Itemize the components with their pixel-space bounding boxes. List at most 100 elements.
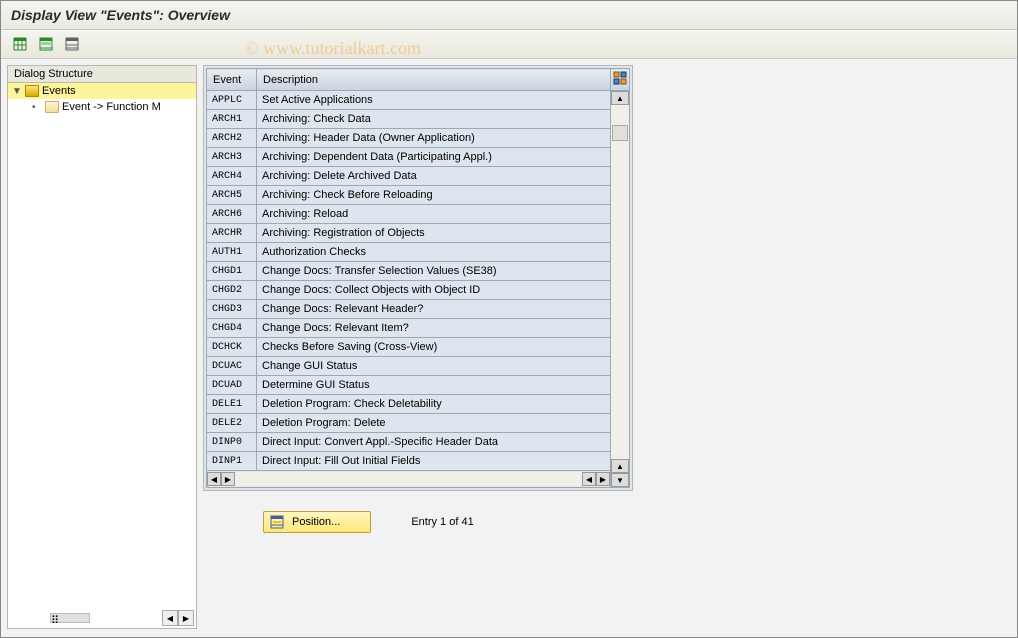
cell-event[interactable]: CHGD2 [207, 281, 257, 300]
cell-event[interactable]: DINP1 [207, 452, 257, 471]
table-row[interactable]: CHGD1Change Docs: Transfer Selection Val… [207, 262, 630, 281]
cell-description[interactable]: Checks Before Saving (Cross-View) [257, 338, 611, 357]
cell-description[interactable]: Change Docs: Relevant Item? [257, 319, 611, 338]
cell-description[interactable]: Deletion Program: Delete [257, 414, 611, 433]
cell-event[interactable]: ARCH3 [207, 148, 257, 167]
tree-item-event-function[interactable]: • Event -> Function M [8, 99, 196, 115]
hscroll-left2-icon[interactable]: ◀ [582, 472, 596, 486]
cell-description[interactable]: Archiving: Check Before Reloading [257, 186, 611, 205]
table-row[interactable]: ARCH2Archiving: Header Data (Owner Appli… [207, 129, 630, 148]
vscroll-up2-icon[interactable]: ▲ [611, 459, 629, 473]
vscroll-down-icon[interactable]: ▼ [611, 473, 629, 487]
table-row[interactable]: AUTH1Authorization Checks [207, 243, 630, 262]
tree-label: Event -> Function M [62, 101, 161, 113]
scroll-left-icon[interactable]: ◀ [162, 610, 178, 626]
cell-event[interactable]: ARCH5 [207, 186, 257, 205]
table-row[interactable]: CHGD4Change Docs: Relevant Item? [207, 319, 630, 338]
table-row[interactable]: DINP0Direct Input: Convert Appl.-Specifi… [207, 433, 630, 452]
cell-description[interactable]: Direct Input: Fill Out Initial Fields [257, 452, 611, 471]
tree-label: Events [42, 85, 76, 97]
position-button[interactable]: Position... [263, 511, 371, 533]
folder-closed-icon [45, 101, 59, 113]
cell-event[interactable]: CHGD3 [207, 300, 257, 319]
toolbar [1, 30, 1017, 59]
vscroll[interactable]: ▲▲▼ [611, 91, 630, 488]
table-row[interactable]: ARCH1Archiving: Check Data [207, 110, 630, 129]
cell-description[interactable]: Determine GUI Status [257, 376, 611, 395]
tree-container: ▼ Events • Event -> Function M ⠿ ◀ ▶ [7, 83, 197, 629]
cell-event[interactable]: DCHCK [207, 338, 257, 357]
table-row[interactable]: ARCH4Archiving: Delete Archived Data [207, 167, 630, 186]
cell-event[interactable]: ARCHR [207, 224, 257, 243]
vscroll-up-icon[interactable]: ▲ [611, 91, 629, 105]
table-row[interactable]: DELE1Deletion Program: Check Deletabilit… [207, 395, 630, 414]
grid-blank-icon [65, 37, 79, 51]
cell-description[interactable]: Archiving: Dependent Data (Participating… [257, 148, 611, 167]
dialog-structure-header: Dialog Structure [7, 65, 197, 83]
scroll-right-icon[interactable]: ▶ [178, 610, 194, 626]
cell-description[interactable]: Archiving: Header Data (Owner Applicatio… [257, 129, 611, 148]
table-row[interactable]: APPLCSet Active Applications▲▲▼ [207, 91, 630, 110]
table-settings-icon [613, 71, 627, 85]
cell-event[interactable]: ARCH4 [207, 167, 257, 186]
cell-event[interactable]: ARCH2 [207, 129, 257, 148]
cell-event[interactable]: DCUAD [207, 376, 257, 395]
toolbar-btn-collapse[interactable] [35, 34, 57, 54]
cell-description[interactable]: Direct Input: Convert Appl.-Specific Hea… [257, 433, 611, 452]
cell-event[interactable]: APPLC [207, 91, 257, 110]
cell-description[interactable]: Archiving: Reload [257, 205, 611, 224]
hscroll-right2-icon[interactable]: ▶ [596, 472, 610, 486]
position-icon [270, 515, 284, 529]
cell-description[interactable]: Change Docs: Collect Objects with Object… [257, 281, 611, 300]
tree-bullet-icon: • [32, 102, 42, 113]
table-row[interactable]: DELE2Deletion Program: Delete [207, 414, 630, 433]
cell-description[interactable]: Archiving: Registration of Objects [257, 224, 611, 243]
col-header-settings[interactable] [611, 69, 630, 91]
page-title: Display View "Events": Overview [1, 1, 1017, 30]
cell-event[interactable]: DINP0 [207, 433, 257, 452]
tree-toggle-icon[interactable]: ▼ [12, 86, 22, 97]
table-row[interactable]: DCUACChange GUI Status [207, 357, 630, 376]
cell-description[interactable]: Authorization Checks [257, 243, 611, 262]
cell-event[interactable]: ARCH6 [207, 205, 257, 224]
table-row[interactable]: CHGD3Change Docs: Relevant Header? [207, 300, 630, 319]
cell-description[interactable]: Archiving: Delete Archived Data [257, 167, 611, 186]
status-text: Entry 1 of 41 [411, 516, 473, 528]
toolbar-btn-select[interactable] [61, 34, 83, 54]
hscroll-track[interactable] [235, 472, 582, 486]
cell-description[interactable]: Deletion Program: Check Deletability [257, 395, 611, 414]
table-row[interactable]: DCUADDetermine GUI Status [207, 376, 630, 395]
cell-event[interactable]: ARCH1 [207, 110, 257, 129]
table-row[interactable]: ARCH6Archiving: Reload [207, 205, 630, 224]
vscroll-track[interactable] [611, 105, 629, 459]
table-row[interactable]: ARCH3Archiving: Dependent Data (Particip… [207, 148, 630, 167]
cell-event[interactable]: DELE2 [207, 414, 257, 433]
vscroll-thumb[interactable] [612, 125, 628, 141]
table-row[interactable]: DCHCKChecks Before Saving (Cross-View) [207, 338, 630, 357]
cell-event[interactable]: CHGD1 [207, 262, 257, 281]
table-row[interactable]: ARCH5Archiving: Check Before Reloading [207, 186, 630, 205]
cell-event[interactable]: CHGD4 [207, 319, 257, 338]
cell-event[interactable]: AUTH1 [207, 243, 257, 262]
cell-description[interactable]: Change Docs: Transfer Selection Values (… [257, 262, 611, 281]
table-row[interactable]: ARCHRArchiving: Registration of Objects [207, 224, 630, 243]
cell-description[interactable]: Change Docs: Relevant Header? [257, 300, 611, 319]
col-header-event[interactable]: Event [207, 69, 257, 91]
cell-description[interactable]: Set Active Applications [257, 91, 611, 110]
table-row[interactable]: CHGD2Change Docs: Collect Objects with O… [207, 281, 630, 300]
toolbar-btn-expand[interactable] [9, 34, 31, 54]
hscroll-row: ◀▶◀▶ [207, 471, 630, 488]
cell-event[interactable]: DCUAC [207, 357, 257, 376]
scroll-grip[interactable]: ⠿ [50, 613, 90, 623]
hscroll-left-icon[interactable]: ◀ [207, 472, 221, 486]
col-header-description[interactable]: Description [257, 69, 611, 91]
events-table: Event Description APPLCSet Active Applic… [206, 68, 630, 488]
cell-event[interactable]: DELE1 [207, 395, 257, 414]
cell-description[interactable]: Archiving: Check Data [257, 110, 611, 129]
dialog-structure-panel: Dialog Structure ▼ Events • Event -> Fun… [7, 65, 197, 629]
tree-item-events[interactable]: ▼ Events [8, 83, 196, 99]
cell-description[interactable]: Change GUI Status [257, 357, 611, 376]
table-row[interactable]: DINP1Direct Input: Fill Out Initial Fiel… [207, 452, 630, 471]
tree-hscroll[interactable]: ⠿ ◀ ▶ [10, 610, 194, 626]
hscroll-right-icon[interactable]: ▶ [221, 472, 235, 486]
